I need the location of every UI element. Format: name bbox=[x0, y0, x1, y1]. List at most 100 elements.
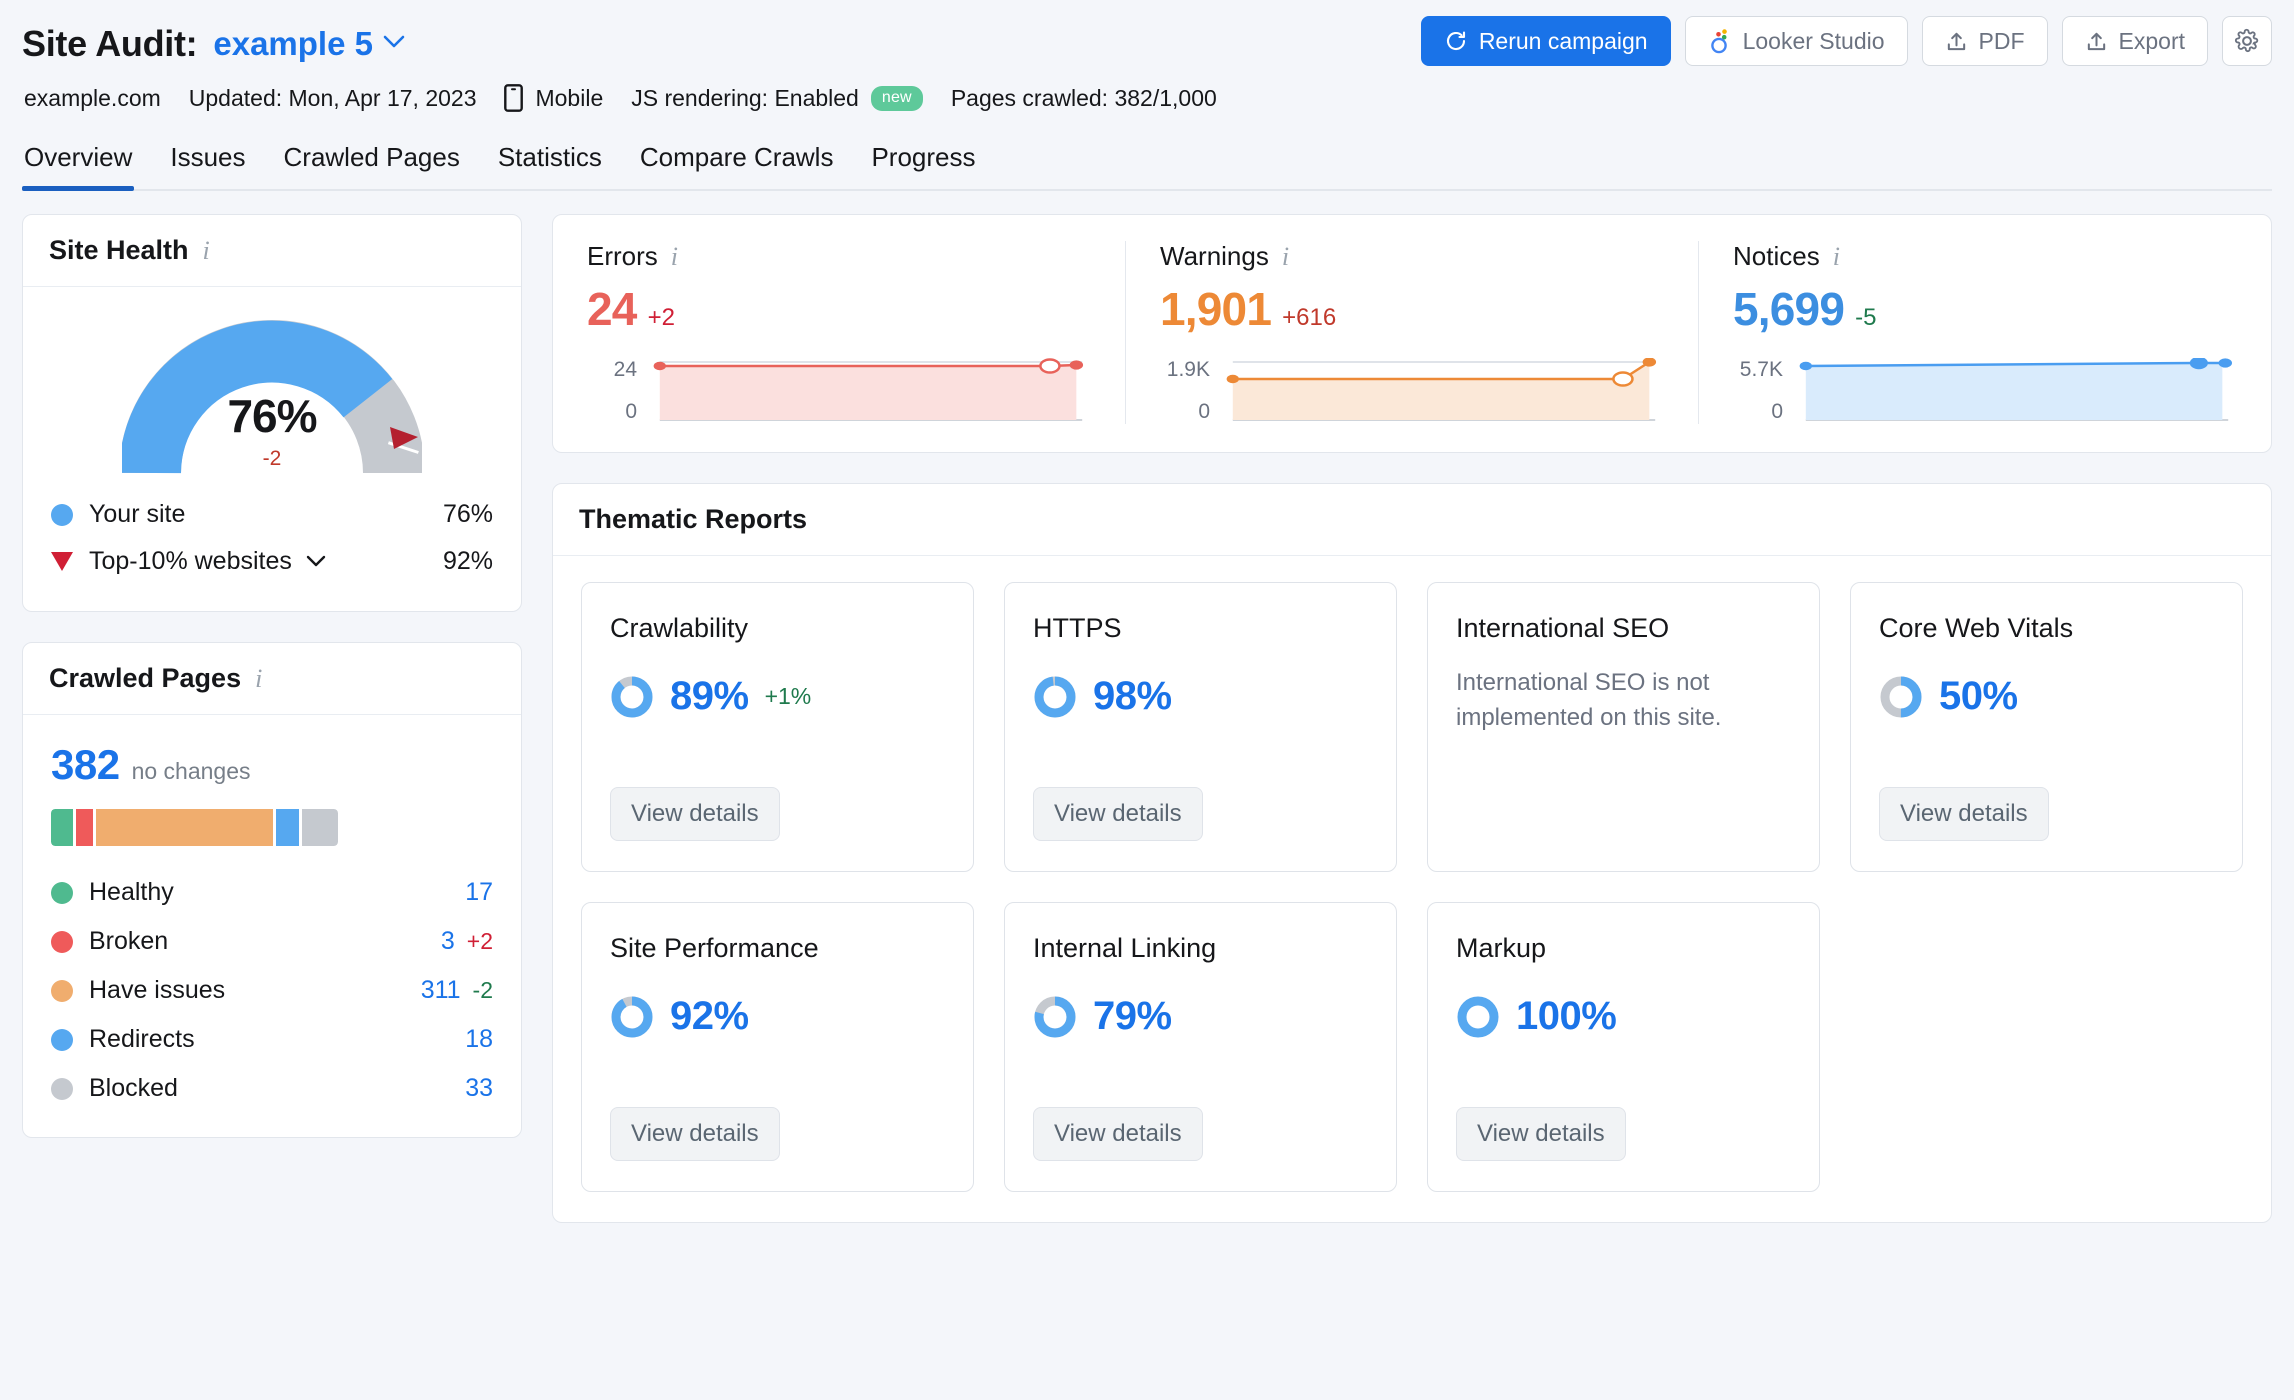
crawled-pages-header: Crawled Pages i bbox=[23, 643, 521, 715]
main-tabs: Overview Issues Crawled Pages Statistics… bbox=[22, 142, 2272, 191]
thematic-card-international-seo[interactable]: International SEO International SEO is n… bbox=[1427, 582, 1820, 872]
rerun-campaign-button[interactable]: Rerun campaign bbox=[1420, 16, 1671, 66]
row-count[interactable]: 18 bbox=[465, 1025, 493, 1054]
stat-delta: -5 bbox=[1855, 304, 1877, 331]
site-health-title: Site Health bbox=[49, 235, 189, 265]
stat-delta: +616 bbox=[1282, 304, 1337, 331]
crawled-pages-row-blocked[interactable]: Blocked 33 bbox=[51, 1064, 493, 1113]
row-label: Broken bbox=[89, 927, 169, 955]
tab-crawled-pages[interactable]: Crawled Pages bbox=[282, 142, 462, 189]
view-details-button[interactable]: View details bbox=[1033, 1107, 1203, 1161]
upload-icon bbox=[1945, 30, 1968, 53]
crawled-pages-change: no changes bbox=[131, 758, 251, 784]
crawled-pages-row-healthy[interactable]: Healthy 17 bbox=[51, 868, 493, 917]
site-health-gauge-wrap: 76% -2 bbox=[23, 287, 521, 485]
status-dot-icon bbox=[51, 979, 73, 1002]
stat-notices[interactable]: Notices i 5,699 -5 5.7K 0 bbox=[1698, 241, 2271, 424]
device-label: Mobile bbox=[535, 84, 604, 111]
donut-chart-icon bbox=[610, 995, 654, 1039]
thematic-card-delta: +1% bbox=[764, 683, 812, 709]
donut-chart-icon bbox=[1456, 995, 1500, 1039]
chevron-down-icon[interactable] bbox=[383, 35, 405, 49]
thematic-card-title: Core Web Vitals bbox=[1879, 613, 2074, 643]
site-health-gauge: 76% -2 bbox=[122, 313, 422, 481]
axis-tick-top: 5.7K bbox=[1739, 358, 1783, 381]
site-health-score: 76% -2 bbox=[122, 389, 422, 471]
info-icon[interactable]: i bbox=[1833, 243, 1840, 270]
export-button[interactable]: Export bbox=[2061, 16, 2208, 66]
stat-errors[interactable]: Errors i 24 +2 24 0 bbox=[553, 241, 1125, 424]
gear-icon bbox=[2234, 28, 2260, 54]
row-count[interactable]: 311 bbox=[421, 976, 461, 1005]
thematic-card-internal-linking[interactable]: Internal Linking 79% View details bbox=[1004, 902, 1397, 1192]
bar-segment-have-issues[interactable] bbox=[96, 809, 273, 846]
pdf-export-button[interactable]: PDF bbox=[1921, 16, 2048, 66]
thematic-card-score: 92% bbox=[670, 994, 749, 1038]
notices-sparkline: 5.7K 0 bbox=[1733, 358, 2237, 424]
legend-dot-icon bbox=[51, 503, 73, 526]
thematic-card-crawlability[interactable]: Crawlability 89% +1% View details bbox=[581, 582, 974, 872]
thematic-card-site-performance[interactable]: Site Performance 92% View details bbox=[581, 902, 974, 1192]
thematic-reports-card: Thematic Reports Crawlability 89% +1% Vi… bbox=[552, 483, 2272, 1223]
status-dot-icon bbox=[51, 930, 73, 953]
axis-tick-bottom: 0 bbox=[1771, 400, 1783, 423]
row-count[interactable]: 17 bbox=[465, 878, 493, 907]
thematic-card-score: 50% bbox=[1939, 674, 2018, 718]
bar-segment-healthy[interactable] bbox=[51, 809, 73, 846]
thematic-card-markup[interactable]: Markup 100% View details bbox=[1427, 902, 1820, 1192]
bar-segment-broken[interactable] bbox=[76, 809, 93, 846]
view-details-button[interactable]: View details bbox=[610, 787, 780, 841]
info-icon[interactable]: i bbox=[203, 237, 210, 264]
stat-value: 24 bbox=[587, 283, 637, 335]
issue-summary-card: Errors i 24 +2 24 0 Warnings i 1,901 +61… bbox=[552, 214, 2272, 453]
tab-progress[interactable]: Progress bbox=[869, 142, 977, 189]
row-count[interactable]: 3 bbox=[441, 927, 455, 956]
crawled-pages-row-broken[interactable]: Broken 3 +2 bbox=[51, 917, 493, 966]
meta-row: example.com Updated: Mon, Apr 17, 2023 M… bbox=[22, 84, 2272, 112]
row-label: Redirects bbox=[89, 1025, 195, 1053]
status-dot-icon bbox=[51, 881, 73, 904]
export-label: Export bbox=[2118, 27, 2185, 54]
page-header: Site Audit: example 5 Rerun campaign Loo… bbox=[0, 0, 2294, 112]
thematic-card-title: Site Performance bbox=[610, 933, 819, 963]
site-health-value: 76% bbox=[227, 390, 317, 442]
chevron-down-icon[interactable] bbox=[306, 555, 326, 568]
settings-button[interactable] bbox=[2222, 16, 2272, 66]
view-details-button[interactable]: View details bbox=[610, 1107, 780, 1161]
row-count[interactable]: 33 bbox=[465, 1074, 493, 1103]
info-icon[interactable]: i bbox=[671, 243, 678, 270]
site-health-card: Site Health i 76% -2 Your site 76% Top-1… bbox=[22, 214, 522, 612]
stat-label: Notices bbox=[1733, 241, 1820, 271]
bar-segment-redirects[interactable] bbox=[276, 809, 299, 846]
thematic-card-title: Markup bbox=[1456, 933, 1547, 963]
thematic-card-title: International SEO bbox=[1456, 613, 1670, 643]
donut-chart-icon bbox=[610, 675, 654, 719]
view-details-button[interactable]: View details bbox=[1033, 787, 1203, 841]
right-column: Errors i 24 +2 24 0 Warnings i 1,901 +61… bbox=[552, 214, 2272, 1223]
crawled-pages-row-redirects[interactable]: Redirects 18 bbox=[51, 1015, 493, 1064]
status-dot-icon bbox=[51, 1028, 73, 1051]
thematic-reports-header: Thematic Reports bbox=[553, 484, 2271, 556]
pages-crawled-label: Pages crawled: 382/1,000 bbox=[950, 84, 1217, 111]
thematic-card-https[interactable]: HTTPS 98% View details bbox=[1004, 582, 1397, 872]
thematic-card-core-web-vitals[interactable]: Core Web Vitals 50% View details bbox=[1850, 582, 2243, 872]
tab-issues[interactable]: Issues bbox=[168, 142, 247, 189]
info-icon[interactable]: i bbox=[1282, 243, 1289, 270]
tab-compare-crawls[interactable]: Compare Crawls bbox=[638, 142, 836, 189]
crawled-pages-row-have-issues[interactable]: Have issues 311 -2 bbox=[51, 966, 493, 1015]
looker-studio-button[interactable]: Looker Studio bbox=[1684, 16, 1908, 66]
stat-warnings[interactable]: Warnings i 1,901 +616 1.9K 0 bbox=[1125, 241, 1698, 424]
campaign-selector[interactable]: example 5 bbox=[213, 25, 373, 63]
stat-delta: +2 bbox=[647, 304, 675, 331]
view-details-button[interactable]: View details bbox=[1456, 1107, 1626, 1161]
page-title: Site Audit: bbox=[22, 23, 198, 64]
info-icon[interactable]: i bbox=[255, 665, 262, 692]
view-details-button[interactable]: View details bbox=[1879, 787, 2049, 841]
legend-item-top10[interactable]: Top-10% websites 92% bbox=[51, 538, 493, 585]
thematic-card-title: Internal Linking bbox=[1033, 933, 1217, 963]
bar-segment-blocked[interactable] bbox=[302, 809, 338, 846]
legend-value: 92% bbox=[442, 547, 493, 575]
tab-overview[interactable]: Overview bbox=[22, 142, 135, 191]
site-audit-page: Site Audit: example 5 Rerun campaign Loo… bbox=[0, 0, 2294, 1400]
tab-statistics[interactable]: Statistics bbox=[496, 142, 604, 189]
